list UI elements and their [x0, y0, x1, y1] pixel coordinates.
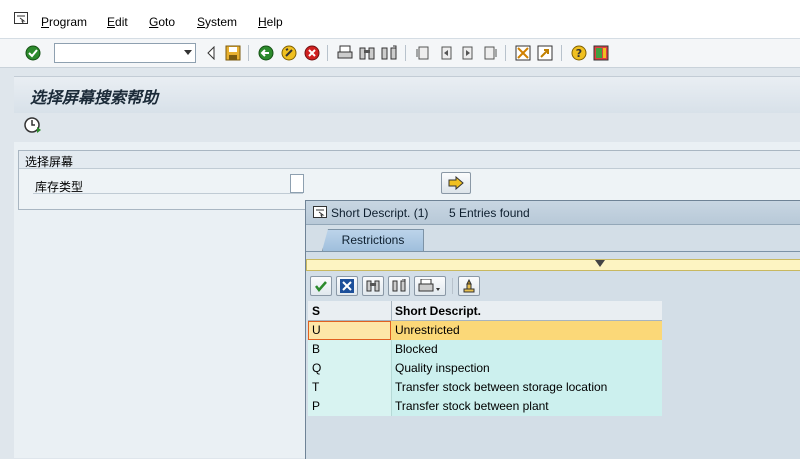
collapse-left-icon[interactable]: [202, 44, 220, 62]
stock-type-input[interactable]: [290, 174, 304, 193]
chevron-down-icon[interactable]: [184, 50, 192, 55]
popup-title-bar[interactable]: Short Descript. (1) 5 Entries found: [306, 201, 800, 225]
find-icon: [366, 280, 380, 292]
popup-title: Short Descript. (1): [331, 206, 429, 220]
create-session-icon[interactable]: [514, 44, 532, 62]
print-button[interactable]: [414, 276, 446, 296]
tab-label: Restrictions: [341, 233, 405, 247]
row-description: Quality inspection: [395, 361, 490, 375]
cancel-icon[interactable]: [303, 44, 321, 62]
execute-clock-icon[interactable]: [24, 116, 42, 134]
menu-program[interactable]: Program: [41, 15, 87, 29]
menu-system[interactable]: System: [197, 15, 237, 29]
key-cell[interactable]: [308, 378, 392, 397]
exit-icon[interactable]: [280, 44, 298, 62]
row-key: Q: [312, 361, 322, 375]
toolbar-divider: [452, 278, 453, 294]
last-page-icon[interactable]: [481, 44, 499, 62]
table-row[interactable]: T Transfer stock between storage locatio…: [308, 378, 662, 397]
menu-bar: Program Edit Goto System Help: [0, 0, 800, 39]
menu-goto[interactable]: Goto: [149, 15, 175, 29]
toolbar-divider: [405, 45, 406, 61]
chevron-down-icon[interactable]: [595, 260, 605, 267]
row-description: Transfer stock between storage location: [395, 380, 608, 394]
application-toolbar: [14, 113, 800, 141]
window-menu-icon[interactable]: [313, 206, 327, 218]
table-row[interactable]: Q Quality inspection: [308, 359, 662, 378]
menu-help[interactable]: Help: [258, 15, 283, 29]
command-field[interactable]: [54, 43, 196, 63]
tab-strip: Restrictions: [306, 225, 800, 252]
first-page-icon[interactable]: [414, 44, 432, 62]
group-title: 选择屏幕: [25, 155, 74, 169]
table-row[interactable]: B Blocked: [308, 340, 662, 359]
find-next-button[interactable]: [388, 276, 410, 296]
row-description: Blocked: [395, 342, 438, 356]
tab-restrictions[interactable]: Restrictions: [322, 229, 424, 251]
screen-title-bar: 选择屏幕搜索帮助: [14, 76, 800, 114]
popup-toolbar: [306, 276, 800, 298]
find-icon[interactable]: [358, 44, 376, 62]
close-icon: [340, 279, 354, 293]
key-cell[interactable]: [308, 397, 392, 416]
system-menu-icon[interactable]: [14, 12, 28, 24]
toolbar-divider: [561, 45, 562, 61]
execute-button[interactable]: [441, 172, 471, 194]
group-title-bar: 选择屏幕: [19, 151, 800, 169]
column-divider: [391, 301, 392, 320]
help-icon[interactable]: ?: [570, 44, 588, 62]
back-icon[interactable]: [257, 44, 275, 62]
personal-list-icon: [463, 279, 475, 293]
find-next-icon[interactable]: [380, 44, 398, 62]
print-icon: [418, 279, 440, 292]
field-underline: [33, 193, 303, 194]
toolbar-divider: [505, 45, 506, 61]
toolbar-divider: [248, 45, 249, 61]
cancel-button[interactable]: [336, 276, 358, 296]
table-header: S Short Descript.: [308, 301, 662, 321]
save-icon[interactable]: [224, 44, 242, 62]
row-key: B: [312, 342, 321, 356]
key-cell[interactable]: [308, 340, 392, 359]
print-icon[interactable]: [336, 44, 354, 62]
table-row[interactable]: P Transfer stock between plant: [308, 397, 662, 416]
restrictions-collapse-bar[interactable]: [306, 259, 800, 271]
row-key: P: [312, 399, 321, 413]
standard-toolbar: ?: [0, 39, 800, 68]
row-description: Unrestricted: [395, 323, 460, 337]
page-title: 选择屏幕搜索帮助: [30, 88, 159, 107]
personal-list-button[interactable]: [458, 276, 480, 296]
previous-page-icon[interactable]: [437, 44, 455, 62]
column-header-key[interactable]: S: [312, 304, 320, 318]
row-description: Transfer stock between plant: [395, 399, 549, 413]
find-button[interactable]: [362, 276, 384, 296]
enter-icon[interactable]: [24, 44, 42, 62]
check-icon: [315, 281, 327, 292]
svg-text:?: ?: [576, 47, 582, 60]
table-row[interactable]: U Unrestricted: [308, 321, 662, 340]
next-page-icon[interactable]: [459, 44, 477, 62]
arrow-right-icon: [448, 176, 464, 190]
row-key: T: [312, 380, 320, 394]
entries-count: 5 Entries found: [449, 206, 530, 220]
customize-layout-icon[interactable]: [592, 44, 610, 62]
copy-button[interactable]: [310, 276, 332, 296]
column-header-description[interactable]: Short Descript.: [395, 304, 481, 318]
row-key: U: [312, 323, 321, 337]
find-next-icon: [392, 279, 406, 292]
toolbar-divider: [327, 45, 328, 61]
shortcut-icon[interactable]: [536, 44, 554, 62]
search-help-popup: Short Descript. (1) 5 Entries found Rest…: [305, 200, 800, 459]
menu-edit[interactable]: Edit: [107, 15, 128, 29]
